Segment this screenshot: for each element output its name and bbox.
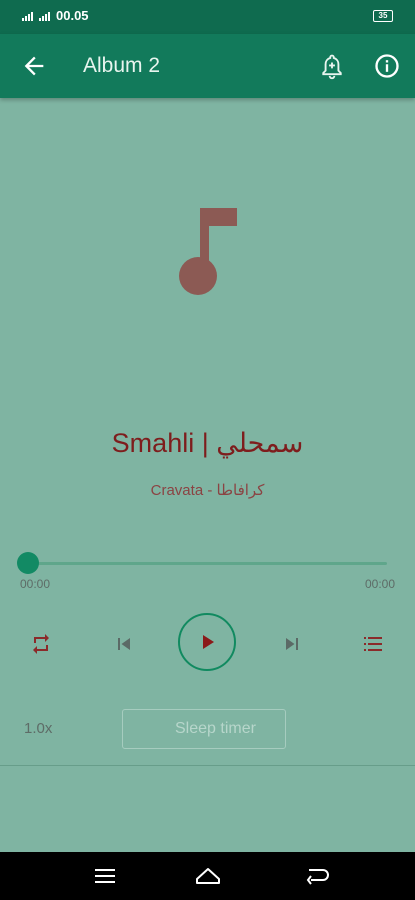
skip-previous-icon[interactable]	[106, 626, 142, 662]
music-note-icon	[170, 200, 250, 300]
skip-next-icon[interactable]	[274, 626, 310, 662]
total-time: 00:00	[364, 577, 395, 591]
battery-icon: 35	[373, 10, 393, 22]
home-icon[interactable]	[193, 862, 223, 890]
elapsed-time: 00:00	[20, 577, 51, 591]
system-nav-bar	[0, 852, 415, 900]
status-left: 00.05	[22, 8, 89, 23]
status-time: 00.05	[56, 8, 89, 23]
page-title: Album 2	[83, 54, 161, 77]
signal-icon-2	[39, 11, 50, 21]
artist-name: Cravata - كرافاطا	[150, 482, 265, 499]
info-icon[interactable]	[373, 52, 401, 80]
app-bar: Album 2	[0, 34, 415, 98]
bell-add-icon[interactable]	[318, 52, 346, 80]
seek-thumb[interactable]	[17, 552, 39, 574]
menu-icon[interactable]	[90, 862, 120, 890]
status-bar: 00.05 35	[0, 0, 415, 34]
return-icon[interactable]	[302, 862, 332, 890]
playback-speed[interactable]: 1.0x	[24, 720, 52, 737]
play-button[interactable]	[178, 613, 236, 671]
sleep-timer-button[interactable]: Sleep timer	[122, 709, 286, 749]
play-icon	[203, 635, 214, 649]
repeat-icon[interactable]	[23, 626, 59, 662]
moon-icon	[145, 720, 163, 738]
sleep-timer-label: Sleep timer	[175, 720, 256, 737]
song-title: Smahli | سمحلي	[111, 428, 304, 458]
signal-icon	[22, 11, 33, 21]
seek-bar[interactable]	[27, 562, 387, 565]
playlist-icon[interactable]	[355, 626, 391, 662]
divider	[0, 765, 415, 766]
back-arrow-icon[interactable]	[20, 52, 48, 80]
